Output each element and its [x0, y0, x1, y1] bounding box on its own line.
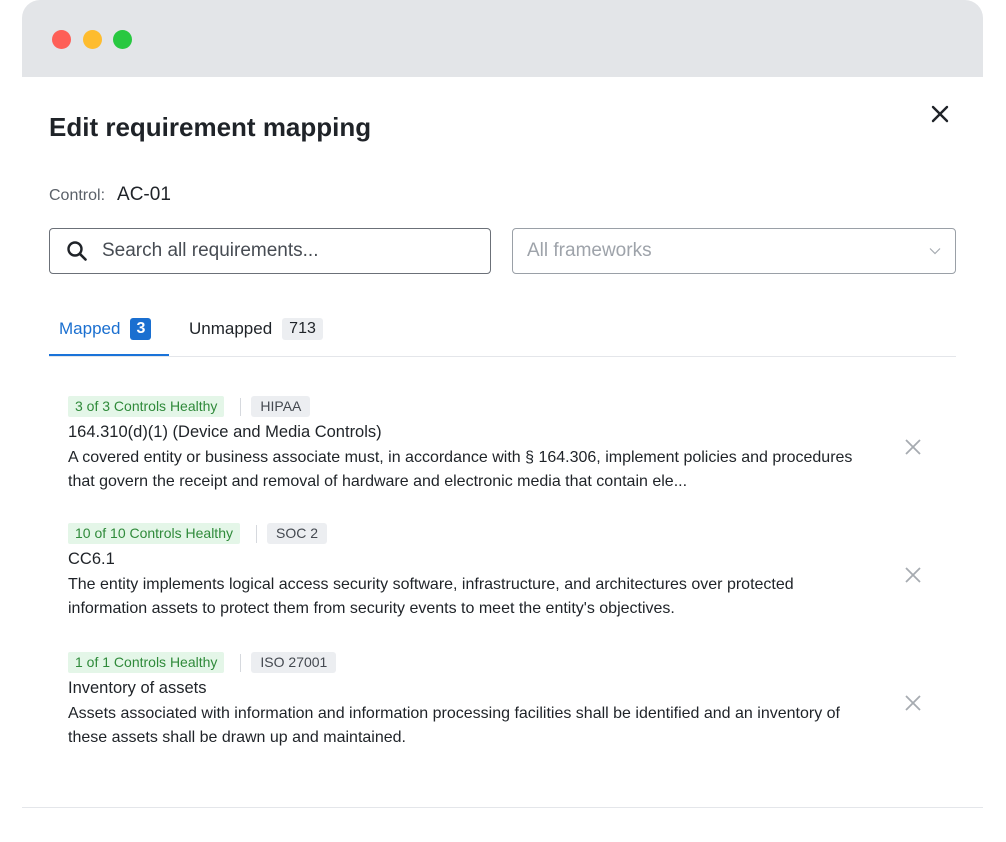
window-titlebar	[22, 0, 983, 77]
tab-mapped[interactable]: Mapped 3	[49, 310, 169, 356]
tab-bar: Mapped 3 Unmapped 713	[49, 310, 956, 357]
control-label: Control:	[49, 187, 106, 204]
tab-mapped-label: Mapped	[59, 319, 121, 338]
requirement-title: 164.310(d)(1) (Device and Media Controls…	[68, 423, 382, 441]
requirement-title: Inventory of assets	[68, 679, 207, 697]
remove-mapping-button[interactable]	[902, 436, 924, 458]
tab-unmapped[interactable]: Unmapped 713	[189, 310, 323, 355]
search-input[interactable]	[100, 239, 464, 263]
tab-mapped-count: 3	[130, 318, 152, 340]
footer-divider	[22, 807, 983, 808]
close-button[interactable]	[926, 100, 954, 128]
requirement-description: A covered entity or business associate m…	[68, 449, 853, 490]
requirement-badges: 3 of 3 Controls Healthy HIPAA	[68, 396, 948, 417]
badge-divider	[240, 653, 242, 672]
search-icon	[67, 241, 87, 261]
framework-badge: HIPAA	[251, 396, 311, 417]
remove-icon	[905, 439, 921, 455]
control-value: AC-01	[117, 184, 171, 205]
window-close-dot[interactable]	[52, 30, 71, 49]
requirement-item: 1 of 1 Controls Healthy ISO 27001 Invent…	[68, 652, 948, 750]
chevron-down-icon	[929, 248, 941, 255]
tab-unmapped-count: 713	[282, 318, 323, 340]
requirement-badges: 10 of 10 Controls Healthy SOC 2	[68, 523, 948, 544]
modal-title: Edit requirement mapping	[49, 112, 372, 142]
window-minimize-dot[interactable]	[83, 30, 102, 49]
framework-badge: SOC 2	[266, 523, 327, 544]
remove-icon	[905, 567, 921, 583]
requirement-item: 3 of 3 Controls Healthy HIPAA 164.310(d)…	[68, 396, 948, 494]
close-icon	[931, 105, 949, 123]
requirement-description: Assets associated with information and i…	[68, 705, 840, 746]
health-badge: 3 of 3 Controls Healthy	[68, 396, 225, 417]
remove-mapping-button[interactable]	[902, 692, 924, 714]
remove-mapping-button[interactable]	[902, 564, 924, 586]
framework-badge: ISO 27001	[251, 652, 337, 673]
requirement-description: The entity implements logical access sec…	[68, 576, 794, 617]
tab-unmapped-label: Unmapped	[189, 319, 273, 338]
framework-select-placeholder: All frameworks	[527, 240, 652, 261]
badge-divider	[255, 524, 257, 543]
modal-window: Edit requirement mapping Control: AC-01 …	[22, 0, 983, 842]
requirement-item: 10 of 10 Controls Healthy SOC 2 CC6.1 Th…	[68, 523, 948, 621]
health-badge: 1 of 1 Controls Healthy	[68, 652, 225, 673]
control-row: Control: AC-01	[49, 184, 171, 208]
window-maximize-dot[interactable]	[113, 30, 132, 49]
requirement-title: CC6.1	[68, 550, 115, 568]
framework-select[interactable]: All frameworks	[512, 228, 956, 274]
badge-divider	[240, 397, 242, 416]
health-badge: 10 of 10 Controls Healthy	[68, 523, 240, 544]
search-field[interactable]	[49, 228, 491, 274]
remove-icon	[905, 695, 921, 711]
requirement-badges: 1 of 1 Controls Healthy ISO 27001	[68, 652, 948, 673]
